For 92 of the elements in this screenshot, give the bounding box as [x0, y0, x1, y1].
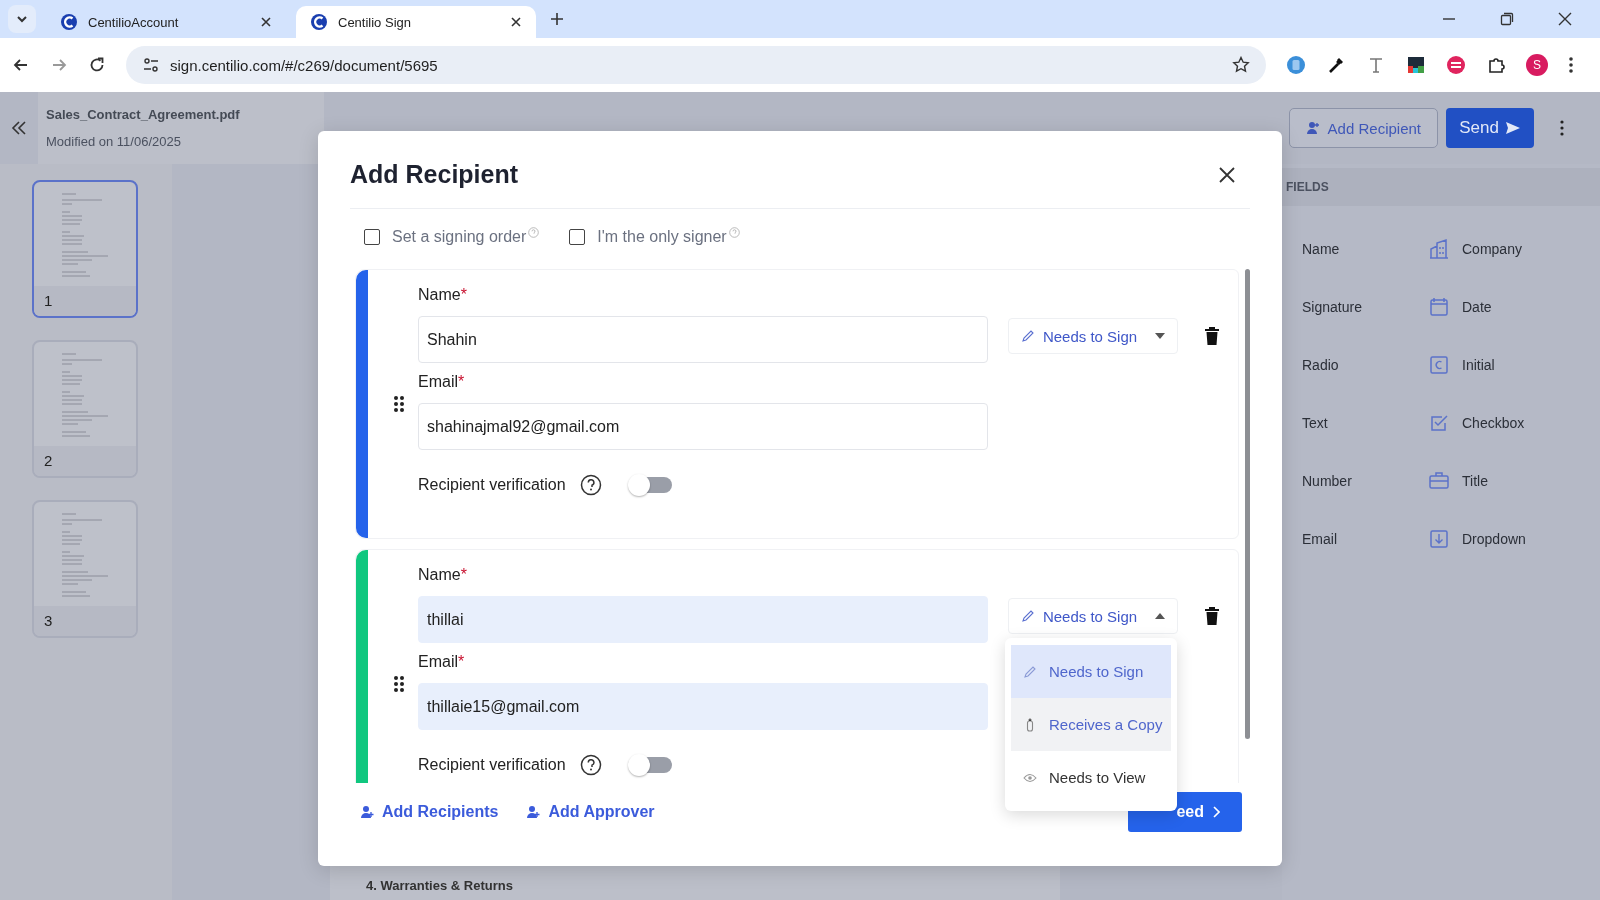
role-menu-item[interactable]: Needs to Sign — [1011, 645, 1171, 698]
add-user-icon — [526, 805, 541, 819]
add-approver-link[interactable]: Add Approver — [526, 803, 655, 821]
drag-handle-icon[interactable] — [393, 395, 405, 413]
page-thumbnail[interactable]: 2 — [32, 340, 138, 478]
section-heading: 4. Warranties & Returns — [366, 878, 513, 893]
email-input[interactable]: shahinajmal92@gmail.com — [418, 403, 988, 450]
name-input[interactable]: Shahin — [418, 316, 988, 363]
field-type-item[interactable]: Title — [1428, 470, 1600, 492]
tab-list-button[interactable] — [8, 5, 36, 33]
logo-icon — [60, 13, 78, 31]
pencil-icon — [1023, 664, 1037, 679]
pencil-icon — [1020, 609, 1035, 623]
field-type-item[interactable]: Checkbox — [1428, 412, 1600, 434]
checkbox-label: I'm the only signer — [597, 228, 727, 246]
close-icon[interactable] — [510, 16, 522, 28]
restore-icon[interactable] — [1500, 12, 1514, 26]
dropdown-icon — [1428, 528, 1450, 550]
verification-label: Recipient verification — [418, 476, 566, 494]
pencil-icon — [1020, 329, 1035, 343]
chevron-right-icon — [1212, 806, 1220, 818]
profile-avatar[interactable]: S — [1526, 54, 1548, 76]
trash-icon[interactable] — [1204, 606, 1220, 626]
page-number: 2 — [34, 446, 136, 476]
toggle-switch[interactable] — [627, 754, 672, 776]
role-menu-item[interactable]: Receives a Copy — [1011, 698, 1171, 751]
field-type-item[interactable]: Company — [1428, 238, 1600, 260]
browser-tab[interactable]: CentilioAccount — [46, 6, 286, 38]
toggle-switch[interactable] — [627, 474, 672, 496]
page-thumbnail[interactable]: 3 — [32, 500, 138, 638]
field-label: Name* — [418, 566, 468, 585]
collapse-icon[interactable] — [10, 119, 28, 137]
caret-icon — [1155, 333, 1166, 339]
page-number: 3 — [34, 606, 136, 636]
address-bar[interactable]: sign.centilio.com/#/c269/document/5695 — [126, 46, 1266, 84]
field-type-item[interactable]: Radio — [1282, 354, 1428, 376]
add-recipient-button[interactable]: Add Recipient — [1288, 108, 1438, 148]
dialog-title: Add Recipient — [350, 160, 519, 189]
new-tab-icon[interactable] — [550, 12, 564, 26]
page-thumbnail[interactable]: 1 — [32, 180, 138, 318]
site-settings-icon[interactable] — [142, 56, 160, 74]
calendar-icon — [1428, 296, 1450, 318]
role-dropdown[interactable]: Needs to Sign — [1008, 318, 1178, 354]
help-icon[interactable] — [579, 754, 602, 776]
modified-date: Modified on 11/06/2025 — [46, 134, 182, 149]
field-label: Email* — [418, 653, 466, 672]
browser-tab[interactable]: Centilio Sign — [296, 6, 536, 38]
add-recipients-link[interactable]: Add Recipients — [360, 803, 499, 821]
puzzle-icon[interactable] — [1486, 55, 1506, 75]
drag-handle-icon[interactable] — [393, 675, 405, 693]
trash-icon[interactable] — [1204, 326, 1220, 346]
send-button[interactable]: Send — [1446, 108, 1534, 148]
send-arrow-icon — [1504, 121, 1521, 135]
page-number: 1 — [34, 286, 136, 316]
field-type-item[interactable]: Initial — [1428, 354, 1600, 376]
field-type-item[interactable]: Dropdown — [1428, 528, 1600, 550]
role-dropdown[interactable]: Needs to Sign — [1008, 598, 1178, 634]
close-icon[interactable] — [1558, 12, 1572, 26]
checkbox-icon — [1428, 412, 1450, 434]
help-icon[interactable] — [579, 474, 602, 496]
fields-heading: FIELDS — [1286, 180, 1329, 194]
reload-icon[interactable] — [88, 56, 106, 74]
menu-icon[interactable] — [1568, 56, 1574, 74]
field-type-item[interactable]: Text — [1282, 412, 1428, 434]
building-icon — [1428, 238, 1450, 260]
field-type-item[interactable]: Email — [1282, 528, 1428, 550]
close-icon[interactable] — [260, 16, 272, 28]
bookmark-star-icon[interactable] — [1232, 56, 1250, 74]
field-type-item[interactable]: Number — [1282, 470, 1428, 492]
add-user-icon — [1305, 121, 1320, 135]
checkbox[interactable] — [569, 229, 586, 245]
close-icon[interactable] — [1218, 165, 1236, 184]
scrollbar[interactable] — [1245, 269, 1250, 739]
file-name: Sales_Contract_Agreement.pdf — [46, 107, 241, 122]
add-user-icon — [360, 805, 374, 819]
name-input[interactable]: thillai — [418, 596, 988, 643]
more-icon — [1560, 120, 1564, 136]
checkbox-label: Set a signing order — [392, 228, 527, 246]
email-input[interactable]: thillaie15@gmail.com — [418, 683, 988, 730]
field-type-item[interactable]: Name — [1282, 238, 1428, 260]
field-type-item[interactable]: Date — [1428, 296, 1600, 318]
field-label: Name* — [418, 286, 468, 305]
briefcase-icon — [1428, 470, 1450, 492]
logo-icon — [310, 13, 328, 31]
checkbox[interactable] — [364, 229, 380, 245]
caret-icon — [1155, 613, 1166, 619]
chevron-down-icon — [16, 15, 28, 23]
extension-icon[interactable] — [1406, 55, 1426, 75]
field-label: Email* — [418, 373, 466, 392]
verification-label: Recipient verification — [418, 756, 566, 774]
initial-icon — [1428, 354, 1450, 376]
field-type-item[interactable]: Signature — [1282, 296, 1428, 318]
